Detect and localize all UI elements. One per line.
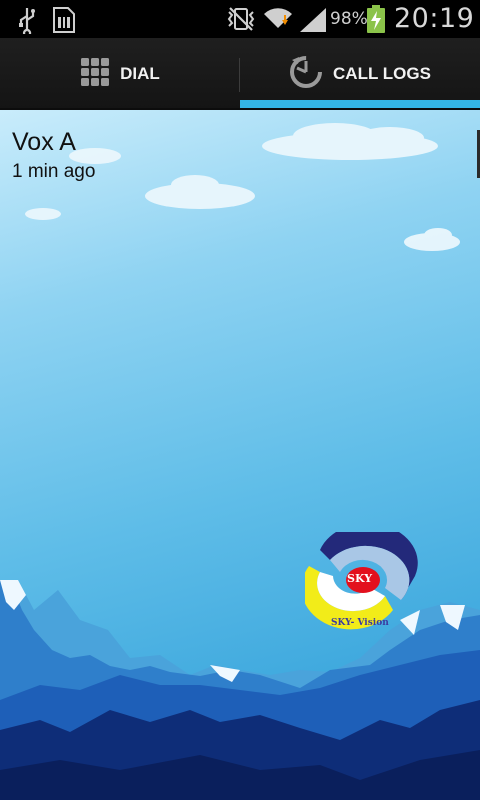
status-bar: 98% 20:19 (0, 0, 480, 38)
contact-name: Vox A (12, 128, 76, 156)
tab-dial-label: DIAL (120, 64, 160, 83)
call-log-icon (289, 55, 323, 93)
battery-charging-icon (366, 5, 386, 37)
clock: 20:19 (394, 3, 475, 34)
call-log-entry[interactable]: Vox A 1 min ago (12, 128, 95, 183)
vibrate-icon (226, 6, 256, 36)
wallpaper-art (0, 123, 480, 800)
battery-percent: 98% (330, 9, 368, 29)
selected-tab-indicator (240, 100, 480, 108)
logo-caption: SKY- Vision (331, 618, 389, 628)
wifi-icon (262, 6, 294, 38)
signal-icon (298, 6, 328, 38)
dialpad-icon (80, 57, 110, 91)
tab-call-logs-label: CALL LOGS (333, 64, 431, 83)
usb-icon (16, 6, 38, 38)
wallpaper: SKY SKY- Vision (0, 110, 480, 800)
logo-badge-text: SKY (347, 572, 373, 585)
sim-card-icon (52, 6, 76, 38)
tab-dial[interactable]: DIAL (0, 38, 240, 110)
sky-vision-logo: SKY SKY- Vision (301, 523, 425, 632)
call-time: 1 min ago (12, 161, 96, 182)
